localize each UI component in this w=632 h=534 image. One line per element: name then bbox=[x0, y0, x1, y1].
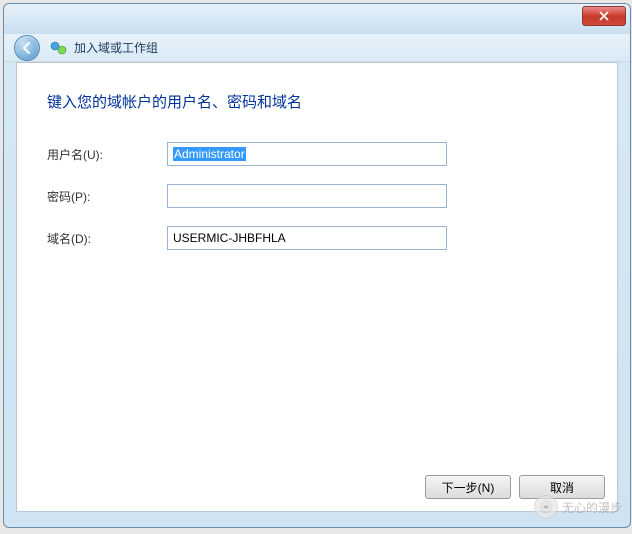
back-arrow-icon bbox=[20, 41, 34, 55]
next-button[interactable]: 下一步(N) bbox=[425, 475, 511, 499]
header-title: 加入域或工作组 bbox=[74, 39, 158, 56]
domain-field[interactable] bbox=[167, 226, 447, 250]
username-label: 用户名(U): bbox=[47, 146, 167, 163]
network-icon bbox=[50, 39, 68, 57]
password-label: 密码(P): bbox=[47, 188, 167, 205]
content-area: 键入您的域帐户的用户名、密码和域名 用户名(U): Administrator … bbox=[16, 62, 618, 512]
instruction-text: 键入您的域帐户的用户名、密码和域名 bbox=[47, 91, 587, 112]
username-value: Administrator bbox=[173, 147, 246, 161]
titlebar bbox=[4, 4, 630, 34]
header-bar: 加入域或工作组 bbox=[4, 34, 630, 62]
footer-buttons: 下一步(N) 取消 bbox=[425, 475, 605, 499]
close-icon bbox=[599, 11, 609, 21]
dialog-window: 加入域或工作组 键入您的域帐户的用户名、密码和域名 用户名(U): Admini… bbox=[3, 3, 631, 528]
username-row: 用户名(U): Administrator bbox=[47, 142, 587, 166]
close-button[interactable] bbox=[582, 6, 626, 26]
cancel-button[interactable]: 取消 bbox=[519, 475, 605, 499]
domain-row: 域名(D): bbox=[47, 226, 587, 250]
username-field[interactable]: Administrator bbox=[167, 142, 447, 166]
domain-label: 域名(D): bbox=[47, 230, 167, 247]
back-button[interactable] bbox=[14, 35, 40, 61]
password-field[interactable] bbox=[167, 184, 447, 208]
password-row: 密码(P): bbox=[47, 184, 587, 208]
